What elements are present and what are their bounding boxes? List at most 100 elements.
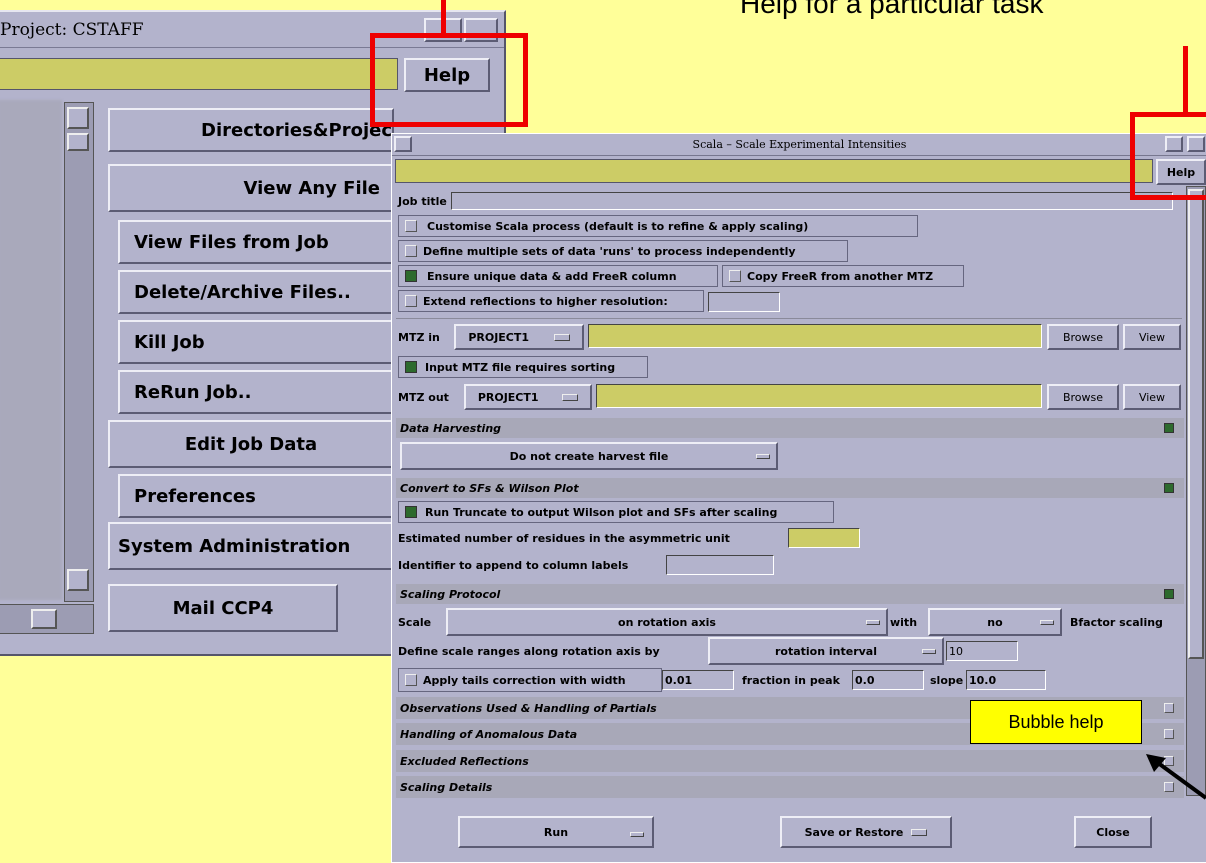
fraction-input[interactable]: 0.0 <box>852 670 924 690</box>
run-button[interactable]: Run <box>458 816 654 848</box>
edit-job-data-button[interactable]: Edit Job Data <box>108 420 394 468</box>
anomalous-toggle[interactable] <box>1164 729 1174 739</box>
observations-toggle[interactable] <box>1164 703 1174 713</box>
scaling-details-section-header[interactable]: Scaling Details <box>396 776 1184 798</box>
extend-option[interactable]: Extend reflections to higher resolution: <box>398 290 704 312</box>
view-any-file-button[interactable]: View Any File <box>108 164 394 212</box>
scaling-section-header[interactable]: Scaling Protocol <box>396 584 1184 604</box>
mail-ccp4-button[interactable]: Mail CCP4 <box>108 584 338 632</box>
kill-job-label: Kill Job <box>134 331 205 353</box>
dropdown-indicator-icon <box>553 333 570 341</box>
excluded-section-header[interactable]: Excluded Reflections <box>396 750 1184 772</box>
system-administration-button[interactable]: System Administration <box>108 522 394 570</box>
convert-toggle[interactable] <box>1164 483 1174 493</box>
dropdown-indicator-icon <box>866 620 880 625</box>
directories-projects-button[interactable]: Directories&Projec <box>108 108 394 152</box>
bubble-help-arrow-icon <box>1146 754 1206 800</box>
anomalous-header-label: Handling of Anomalous Data <box>400 727 578 741</box>
multiple-runs-option[interactable]: Define multiple sets of data 'runs' to p… <box>398 240 848 262</box>
job-title-row: Job title <box>398 190 1184 212</box>
divider <box>396 318 1182 319</box>
mtz-out-view-button[interactable]: View <box>1123 384 1181 410</box>
tails-checkbox[interactable] <box>405 674 417 686</box>
mtz-in-file-input[interactable] <box>588 324 1042 348</box>
slope-row: slope <box>930 670 970 690</box>
save-restore-label: Save or Restore <box>804 825 904 839</box>
scale-select-value: on rotation axis <box>618 615 716 629</box>
preferences-button[interactable]: Preferences <box>118 474 394 518</box>
interval-input[interactable]: 10 <box>946 641 1018 661</box>
tails-label: Apply tails correction with width <box>423 673 626 687</box>
rerun-job-button[interactable]: ReRun Job.. <box>118 370 394 414</box>
multiple-runs-checkbox[interactable] <box>405 245 417 257</box>
mtz-out-project-select[interactable]: PROJECT1 <box>464 384 592 410</box>
unique-data-checkbox[interactable] <box>405 270 417 282</box>
slope-input[interactable]: 10.0 <box>966 670 1046 690</box>
job-list-scrollbar[interactable] <box>64 102 94 602</box>
task-window-menu-button[interactable] <box>394 136 412 152</box>
scroll-up-arrow-icon[interactable] <box>67 107 89 129</box>
task-scrollbar[interactable] <box>1186 186 1206 796</box>
task-scroll-thumb[interactable] <box>1188 189 1204 659</box>
copy-freer-option[interactable]: Copy FreeR from another MTZ <box>722 265 964 287</box>
job-title-input[interactable] <box>450 192 1173 210</box>
sort-option[interactable]: Input MTZ file requires sorting <box>398 356 648 378</box>
task-window-titlebar[interactable]: Scala – Scale Experimental Intensities <box>392 134 1206 156</box>
unique-data-option[interactable]: Ensure unique data & add FreeR column <box>398 265 718 287</box>
extend-checkbox[interactable] <box>405 295 417 307</box>
tails-width-value: 0.01 <box>665 673 693 687</box>
data-harvesting-section-header[interactable]: Data Harvesting <box>396 418 1184 438</box>
run-label: Run <box>543 825 569 839</box>
bfactor-select[interactable]: no <box>928 608 1062 636</box>
task-help-pointer-line-vertical <box>1183 46 1188 116</box>
job-list-hscrollbar[interactable] <box>0 604 94 634</box>
with-row: with <box>890 610 930 634</box>
ranges-select[interactable]: rotation interval <box>708 637 944 665</box>
extend-resolution-input[interactable] <box>708 292 780 312</box>
mtz-in-view-button[interactable]: View <box>1123 324 1181 350</box>
tails-option[interactable]: Apply tails correction with width <box>398 668 662 692</box>
job-list[interactable] <box>0 100 62 600</box>
copy-freer-label: Copy FreeR from another MTZ <box>747 269 934 283</box>
mtz-in-row: MTZ in <box>398 324 458 350</box>
mtz-in-browse-label: Browse <box>1062 330 1104 344</box>
convert-section-header[interactable]: Convert to SFs & Wilson Plot <box>396 478 1184 498</box>
scale-select[interactable]: on rotation axis <box>446 608 888 636</box>
task-status-bar <box>395 159 1153 183</box>
dropdown-indicator-icon <box>630 832 644 837</box>
mtz-in-browse-button[interactable]: Browse <box>1047 324 1119 350</box>
scaling-toggle[interactable] <box>1164 589 1174 599</box>
mtz-in-view-label: View <box>1138 330 1166 344</box>
scroll-down-arrow-icon[interactable] <box>67 569 89 591</box>
mtz-out-browse-button[interactable]: Browse <box>1047 384 1119 410</box>
fraction-label: fraction in peak <box>742 673 840 687</box>
main-status-bar <box>0 58 398 90</box>
identifier-input[interactable] <box>666 555 774 575</box>
with-label: with <box>890 615 918 629</box>
truncate-option[interactable]: Run Truncate to output Wilson plot and S… <box>398 501 834 523</box>
unique-data-label: Ensure unique data & add FreeR column <box>427 269 677 283</box>
view-files-from-job-button[interactable]: View Files from Job <box>118 220 394 264</box>
mtz-out-file-input[interactable] <box>596 384 1042 408</box>
scroll-thumb[interactable] <box>67 133 89 151</box>
harvest-select[interactable]: Do not create harvest file <box>400 442 778 470</box>
sort-checkbox[interactable] <box>405 361 417 373</box>
kill-job-button[interactable]: Kill Job <box>118 320 394 364</box>
scroll-right-arrow-icon[interactable] <box>31 609 57 629</box>
ranges-select-value: rotation interval <box>774 644 878 658</box>
data-harvesting-toggle[interactable] <box>1164 423 1174 433</box>
mtz-out-project-label: PROJECT1 <box>477 390 539 404</box>
tails-width-input[interactable]: 0.01 <box>662 670 734 690</box>
delete-archive-files-button[interactable]: Delete/Archive Files.. <box>118 270 394 314</box>
harvest-select-label: Do not create harvest file <box>509 449 669 463</box>
truncate-checkbox[interactable] <box>405 506 417 518</box>
mtz-in-project-select[interactable]: PROJECT1 <box>454 324 584 350</box>
save-restore-button[interactable]: Save or Restore <box>780 816 952 848</box>
close-button[interactable]: Close <box>1074 816 1152 848</box>
copy-freer-checkbox[interactable] <box>729 270 741 282</box>
bfactor-row: Bfactor scaling <box>1070 610 1182 634</box>
customise-option[interactable]: Customise Scala process (default is to r… <box>398 215 918 237</box>
fraction-row: fraction in peak <box>742 670 854 690</box>
customise-checkbox[interactable] <box>405 220 417 232</box>
residues-input[interactable] <box>788 528 860 548</box>
